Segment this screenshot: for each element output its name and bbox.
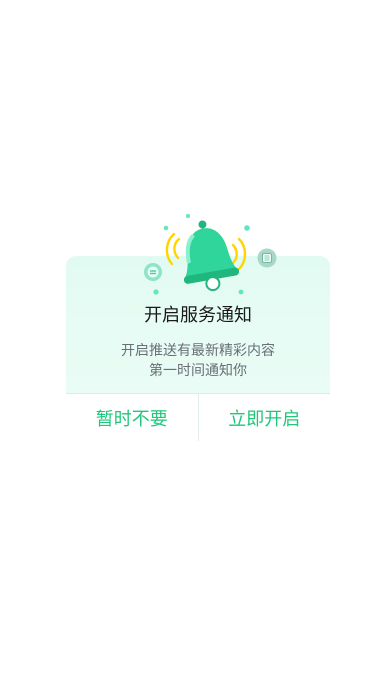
sparkle-dot: [163, 225, 169, 231]
description-line-2: 第一时间通知你: [149, 363, 247, 379]
description-line-1: 开启推送有最新精彩内容: [121, 343, 275, 359]
bell-icon: [183, 220, 240, 292]
sparkle-dot: [244, 225, 250, 231]
not-now-button[interactable]: 暂时不要: [66, 394, 198, 441]
dialog-title: 开启服务通知: [144, 305, 252, 326]
calendar-badge-icon: [257, 248, 277, 268]
dialog-description: 开启推送有最新精彩内容 第一时间通知你: [66, 341, 330, 381]
bell-illustration: [144, 214, 277, 295]
dialog-button-bar: 暂时不要 立即开启: [66, 393, 330, 441]
sparkle-dot: [153, 289, 159, 295]
chat-badge-icon: [144, 263, 162, 281]
sparkle-dot: [186, 214, 190, 218]
sparkle-dot: [238, 289, 244, 295]
enable-now-button[interactable]: 立即开启: [199, 394, 331, 441]
screen: 开启服务通知 开启推送有最新精彩内容 第一时间通知你 暂时不要 立即开启: [0, 0, 390, 694]
